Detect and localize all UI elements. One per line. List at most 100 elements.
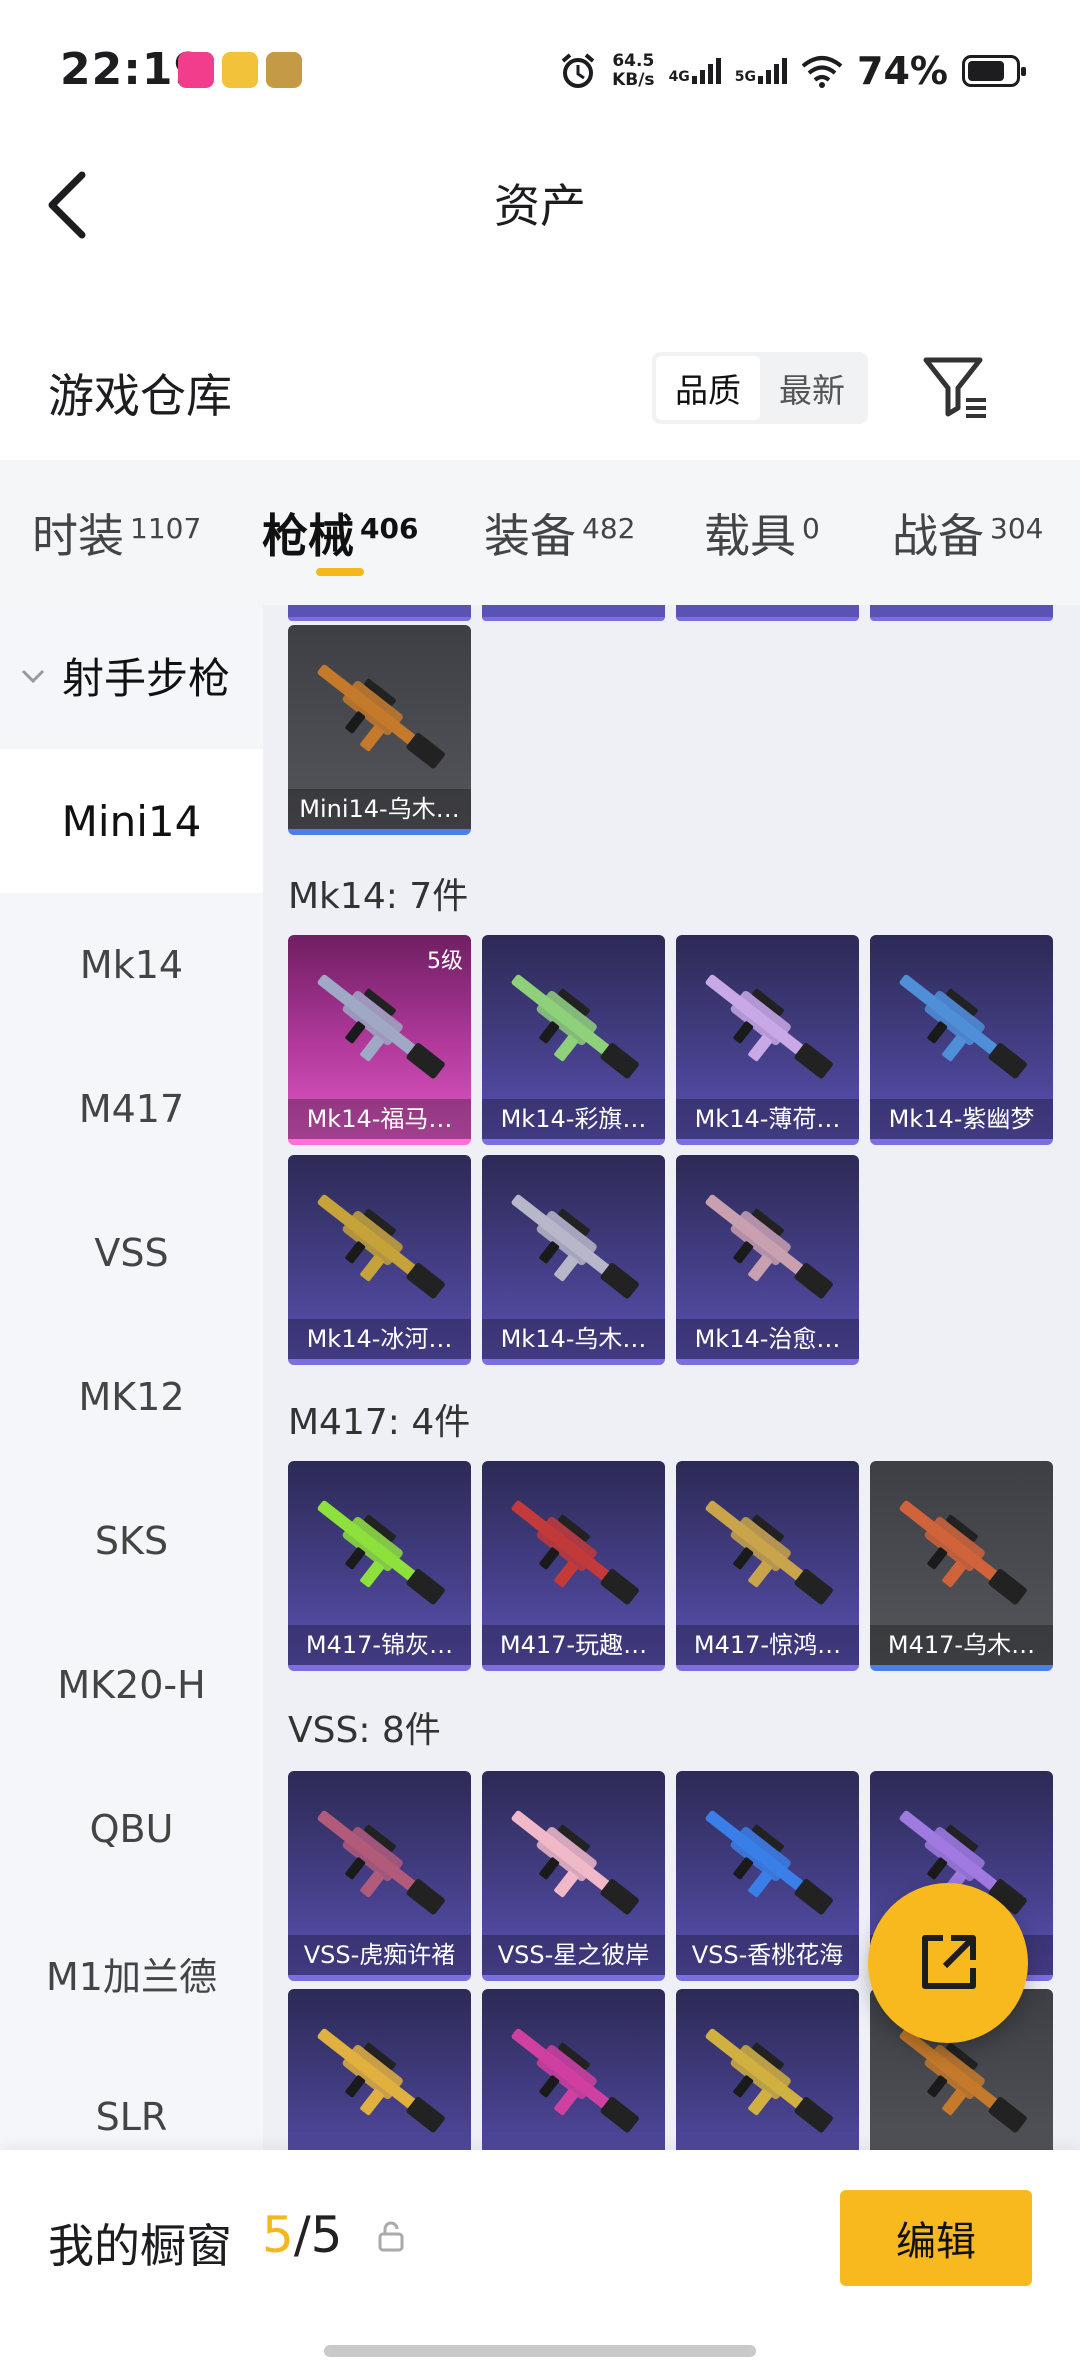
active-tab-indicator bbox=[316, 568, 364, 576]
sort-toggle[interactable]: 品质 最新 bbox=[652, 352, 868, 424]
weapon-card[interactable] bbox=[482, 1989, 665, 2150]
sidebar-item-mk20h[interactable]: MK20-H bbox=[0, 1613, 263, 1757]
weapon-card-label: VSS-虎痴许褚 bbox=[288, 1935, 471, 1975]
rifle-icon bbox=[899, 1500, 1027, 1605]
signal-icon bbox=[691, 58, 721, 84]
tab-vehicles[interactable]: 载具 0 bbox=[704, 500, 820, 566]
net-4g-label: 4G bbox=[668, 69, 690, 85]
weapon-card-label: Mini14-乌木… bbox=[288, 789, 471, 829]
rifle-icon bbox=[511, 1500, 639, 1605]
status-bar: 22:19 64.5 KB/s 4G 5G 74% bbox=[0, 0, 1080, 140]
sidebar-item-mk14[interactable]: Mk14 bbox=[0, 893, 263, 1037]
wifi-icon bbox=[801, 56, 843, 88]
sort-option-quality[interactable]: 品质 bbox=[656, 356, 760, 420]
tab-label: 载具 bbox=[704, 509, 796, 563]
app-icon-pink bbox=[178, 52, 214, 88]
battery-icon bbox=[962, 55, 1026, 87]
tab-label: 枪械 bbox=[262, 509, 354, 563]
rifle-icon bbox=[511, 2028, 639, 2133]
weapon-card[interactable]: M417-锦灰… bbox=[288, 1461, 471, 1671]
weapon-card[interactable]: Mk14-紫幽梦 bbox=[870, 935, 1053, 1145]
edit-button[interactable]: 编辑 bbox=[840, 2190, 1032, 2286]
sidebar-item-sks[interactable]: SKS bbox=[0, 1469, 263, 1613]
share-icon bbox=[922, 1935, 976, 1989]
net-speed-unit: KB/s bbox=[612, 70, 655, 90]
weapon-card[interactable]: M417-惊鸿… bbox=[676, 1461, 859, 1671]
tab-label: 时装 bbox=[32, 509, 124, 563]
tab-count: 406 bbox=[360, 512, 419, 545]
weapon-card[interactable]: M417-乌木… bbox=[870, 1461, 1053, 1671]
weapon-sidebar: 射手步枪 Mini14 Mk14 M417 VSS MK12 SKS MK20-… bbox=[0, 605, 263, 2150]
rifle-icon bbox=[317, 1194, 445, 1299]
home-indicator bbox=[324, 2345, 756, 2357]
weapon-card-label: Mk14-乌木… bbox=[482, 1319, 665, 1359]
weapon-card-label: M417-惊鸿… bbox=[676, 1625, 859, 1665]
weapon-card[interactable]: Mk14-彩旗… bbox=[482, 935, 665, 1145]
weapon-card[interactable]: Mk14-乌木… bbox=[482, 1155, 665, 1365]
filter-icon[interactable] bbox=[920, 352, 990, 422]
net-speed-value: 64.5 bbox=[612, 51, 655, 71]
tab-count: 0 bbox=[802, 512, 820, 545]
tab-count: 1107 bbox=[130, 512, 202, 545]
weapon-card-label: M417-乌木… bbox=[870, 1625, 1053, 1665]
weapon-card[interactable] bbox=[676, 1989, 859, 2150]
sidebar-category[interactable]: 射手步枪 bbox=[20, 645, 230, 706]
showcase-bar: 我的橱窗 5/5 编辑 bbox=[0, 2150, 1080, 2375]
net-5g-label: 5G bbox=[734, 69, 757, 85]
tab-firearms[interactable]: 枪械 406 bbox=[262, 500, 418, 566]
rifle-icon bbox=[899, 974, 1027, 1079]
sidebar-item-qbu[interactable]: QBU bbox=[0, 1757, 263, 1901]
weapon-card[interactable]: M417-玩趣… bbox=[482, 1461, 665, 1671]
group-title-m417: M417: 4件 bbox=[288, 1402, 471, 1443]
card-top-strip bbox=[482, 605, 665, 621]
tab-fashion[interactable]: 时装 1107 bbox=[32, 500, 201, 566]
rifle-icon bbox=[705, 2028, 833, 2133]
tab-equipment[interactable]: 装备 482 bbox=[484, 500, 635, 566]
weapon-card[interactable]: Mini14-乌木… bbox=[288, 625, 471, 835]
rifle-icon bbox=[317, 974, 445, 1079]
app-icon-game bbox=[266, 52, 302, 88]
sidebar-item-vss[interactable]: VSS bbox=[0, 1181, 263, 1325]
showcase-title: 我的橱窗 bbox=[48, 2219, 232, 2273]
weapon-card-label: M417-锦灰… bbox=[288, 1625, 471, 1665]
showcase-separator: / bbox=[293, 2206, 311, 2264]
weapon-card[interactable]: Mk14-冰河… bbox=[288, 1155, 471, 1365]
alarm-icon bbox=[561, 53, 595, 88]
rifle-icon bbox=[317, 1500, 445, 1605]
tab-count: 482 bbox=[582, 512, 636, 545]
sidebar-item-m1garand[interactable]: M1加兰德 bbox=[0, 1901, 263, 2045]
lock-icon bbox=[378, 2221, 404, 2252]
rifle-icon bbox=[317, 664, 445, 769]
weapon-card[interactable]: 5级 Mk14-福马… bbox=[288, 935, 471, 1145]
weapon-card[interactable]: VSS-香桃花海 bbox=[676, 1771, 859, 1981]
share-button[interactable] bbox=[868, 1883, 1028, 2043]
weapon-card-label: VSS-星之彼岸 bbox=[482, 1935, 665, 1975]
group-title-vss: VSS: 8件 bbox=[288, 1710, 441, 1751]
tab-count: 304 bbox=[990, 512, 1044, 545]
app-icon-yellow bbox=[222, 52, 258, 88]
rifle-icon bbox=[317, 1810, 445, 1915]
warehouse-title: 游戏仓库 bbox=[48, 369, 232, 423]
rifle-icon bbox=[705, 1810, 833, 1915]
sort-option-latest[interactable]: 最新 bbox=[760, 356, 864, 420]
sidebar-item-mk12[interactable]: MK12 bbox=[0, 1325, 263, 1469]
weapon-card[interactable] bbox=[288, 1989, 471, 2150]
category-tabs: 时装 1107 枪械 406 装备 482 载具 0 战备 304 bbox=[0, 460, 1080, 605]
sidebar-item-slr[interactable]: SLR bbox=[0, 2045, 263, 2150]
signal-icon-2 bbox=[758, 58, 788, 84]
weapon-card-label: Mk14-福马… bbox=[288, 1099, 471, 1139]
weapon-card-label: Mk14-冰河… bbox=[288, 1319, 471, 1359]
group-title-mk14: Mk14: 7件 bbox=[288, 876, 469, 917]
sidebar-item-mini14[interactable]: Mini14 bbox=[0, 749, 263, 893]
tab-supplies[interactable]: 战备 304 bbox=[892, 500, 1043, 566]
rifle-icon bbox=[317, 2028, 445, 2133]
level-badge: 5级 bbox=[427, 949, 463, 974]
tab-label: 战备 bbox=[892, 509, 984, 563]
rifle-icon bbox=[511, 1194, 639, 1299]
sidebar-item-m417[interactable]: M417 bbox=[0, 1037, 263, 1181]
weapon-card[interactable]: VSS-虎痴许褚 bbox=[288, 1771, 471, 1981]
card-top-strip bbox=[288, 605, 471, 621]
weapon-card[interactable]: VSS-星之彼岸 bbox=[482, 1771, 665, 1981]
weapon-card[interactable]: Mk14-薄荷… bbox=[676, 935, 859, 1145]
weapon-card[interactable]: Mk14-治愈… bbox=[676, 1155, 859, 1365]
